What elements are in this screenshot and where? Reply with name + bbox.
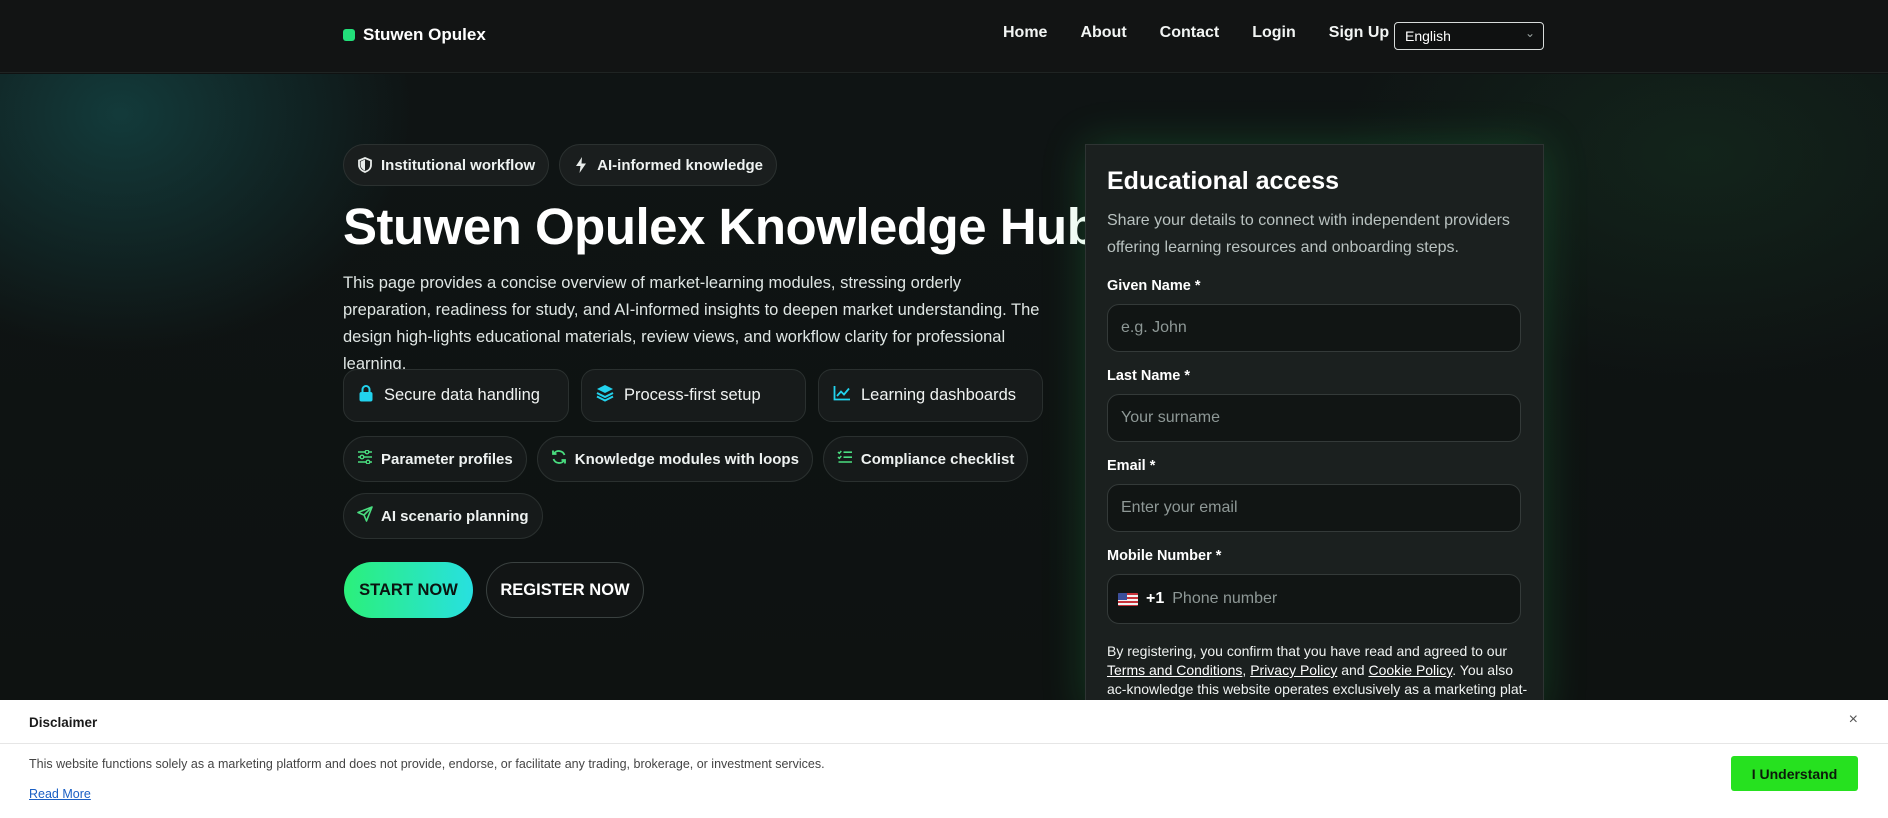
privacy-link[interactable]: Privacy Policy bbox=[1250, 662, 1337, 678]
tag-knowledge-modules: Knowledge modules with loops bbox=[536, 436, 813, 482]
disclaimer-title: Disclaimer bbox=[29, 715, 98, 730]
consent-prefix: By registering, you confirm that you hav… bbox=[1107, 643, 1508, 659]
hero-badges: Institutional workflow AI-informed knowl… bbox=[343, 144, 778, 186]
nav-home[interactable]: Home bbox=[1003, 24, 1047, 42]
email-label: Email * bbox=[1107, 458, 1156, 474]
top-navbar: Stuwen Opulex Home About Contact Login S… bbox=[0, 0, 1888, 73]
nav-login[interactable]: Login bbox=[1252, 24, 1296, 42]
given-name-field[interactable] bbox=[1107, 304, 1521, 352]
feature-label: Secure data handling bbox=[384, 386, 540, 404]
form-subtitle: Share your details to connect with indep… bbox=[1107, 212, 1510, 256]
language-select[interactable]: English ⌄ bbox=[1394, 22, 1544, 50]
register-now-button[interactable]: REGISTER NOW bbox=[486, 562, 644, 618]
badge-label: AI-informed knowledge bbox=[597, 156, 764, 174]
nav-about[interactable]: About bbox=[1080, 24, 1126, 42]
consent-text: By registering, you confirm that you hav… bbox=[1107, 642, 1532, 699]
start-now-button[interactable]: START NOW bbox=[344, 562, 473, 618]
nav-contact[interactable]: Contact bbox=[1160, 24, 1220, 42]
checklist-icon bbox=[837, 450, 853, 468]
tag-row-1: Parameter profiles Knowledge modules wit… bbox=[343, 436, 1029, 482]
sliders-icon bbox=[357, 449, 373, 468]
tag-label: AI scenario planning bbox=[381, 507, 529, 525]
mobile-number-label: Mobile Number * bbox=[1107, 548, 1222, 564]
bolt-icon bbox=[573, 157, 589, 173]
chart-line-icon bbox=[833, 385, 851, 406]
feature-label: Learning dashboards bbox=[861, 386, 1017, 404]
refresh-icon bbox=[551, 449, 567, 469]
read-more-link[interactable]: Read More bbox=[29, 787, 91, 801]
language-value: English bbox=[1405, 28, 1451, 44]
disclaimer-text: This website functions solely as a marke… bbox=[29, 757, 825, 771]
shield-icon bbox=[357, 157, 373, 173]
badge-label: Institutional workflow bbox=[381, 156, 536, 174]
main-nav: Home About Contact Login Sign Up bbox=[1003, 24, 1389, 42]
tag-row-2: AI scenario planning bbox=[343, 493, 543, 539]
brand-logo[interactable]: Stuwen Opulex bbox=[343, 25, 486, 45]
badge-ai-informed-knowledge: AI-informed knowledge bbox=[559, 144, 778, 186]
given-name-label: Given Name * bbox=[1107, 278, 1201, 294]
feature-process-first: Process-first setup bbox=[581, 369, 806, 422]
layers-icon bbox=[596, 384, 614, 407]
brand-name: Stuwen Opulex bbox=[363, 25, 486, 44]
disclaimer-banner: Disclaimer × This website functions sole… bbox=[0, 700, 1888, 818]
hero-description: This page provides a concise overview of… bbox=[343, 274, 1040, 373]
brand-mark-icon bbox=[343, 29, 355, 41]
form-title: Educational access bbox=[1107, 167, 1340, 195]
feature-learning-dashboards: Learning dashboards bbox=[818, 369, 1043, 422]
tag-compliance-checklist: Compliance checklist bbox=[822, 436, 1029, 482]
last-name-field[interactable] bbox=[1107, 394, 1521, 442]
tag-label: Parameter profiles bbox=[381, 450, 513, 468]
tag-parameter-profiles: Parameter profiles bbox=[343, 436, 527, 482]
feature-cards: Secure data handling Process-first setup… bbox=[343, 369, 1043, 422]
tag-ai-scenario-planning: AI scenario planning bbox=[343, 493, 543, 539]
feature-label: Process-first setup bbox=[624, 386, 761, 404]
disclaimer-header: Disclaimer × bbox=[0, 700, 1888, 744]
dial-code[interactable]: +1 bbox=[1146, 590, 1164, 608]
consent-comma: , bbox=[1242, 662, 1247, 678]
us-flag-icon[interactable] bbox=[1118, 592, 1138, 606]
consent-and: and bbox=[1341, 662, 1365, 678]
tag-label: Knowledge modules with loops bbox=[574, 450, 799, 468]
registration-form-card: Educational access Share your details to… bbox=[1085, 144, 1544, 714]
tag-label: Compliance checklist bbox=[860, 450, 1015, 468]
nav-signup[interactable]: Sign Up bbox=[1329, 24, 1389, 42]
last-name-label: Last Name * bbox=[1107, 368, 1191, 384]
cookie-link[interactable]: Cookie Policy bbox=[1368, 662, 1452, 678]
badge-institutional-workflow: Institutional workflow bbox=[343, 144, 550, 186]
email-field[interactable] bbox=[1107, 484, 1521, 532]
feature-secure-data: Secure data handling bbox=[343, 369, 569, 422]
phone-field[interactable]: +1 bbox=[1107, 574, 1521, 624]
page-title: Stuwen Opulex Knowledge Hub bbox=[343, 198, 1098, 255]
terms-link[interactable]: Terms and Conditions bbox=[1107, 662, 1242, 678]
lock-icon bbox=[358, 384, 374, 407]
close-icon[interactable]: × bbox=[1849, 711, 1858, 729]
send-icon bbox=[357, 506, 373, 526]
i-understand-button[interactable]: I Understand bbox=[1731, 756, 1858, 791]
phone-input[interactable] bbox=[1172, 590, 1503, 608]
chevron-down-icon: ⌄ bbox=[1524, 26, 1535, 40]
